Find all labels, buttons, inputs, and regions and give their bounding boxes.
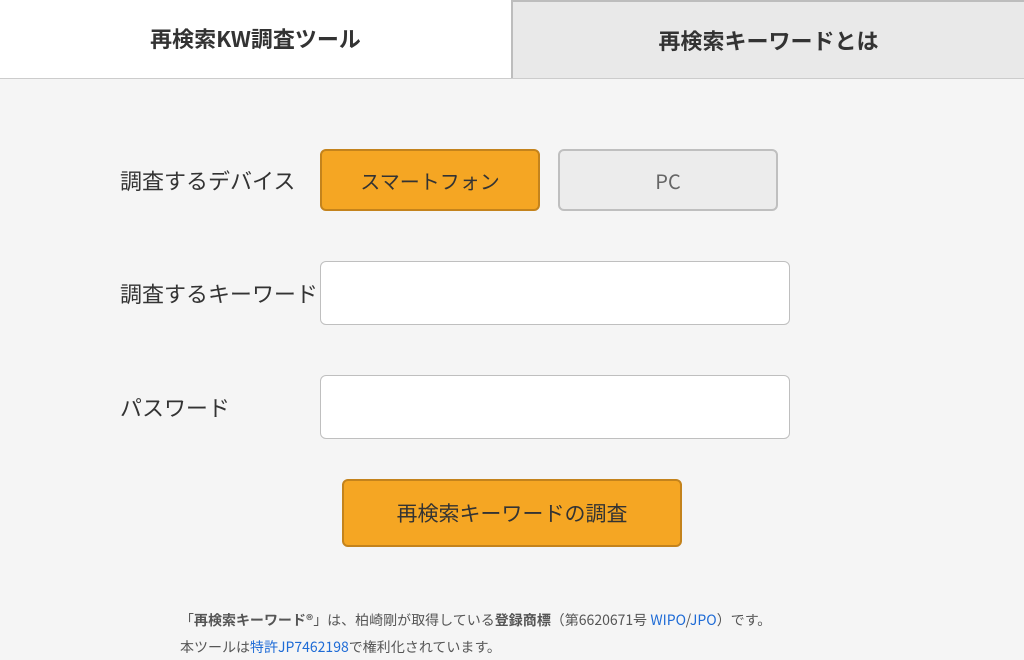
password-input[interactable] bbox=[320, 375, 790, 439]
row-password: パスワード bbox=[60, 375, 964, 439]
label-keyword: 調査するキーワード bbox=[60, 277, 320, 309]
label-password: パスワード bbox=[60, 391, 320, 423]
device-options: スマートフォン PC bbox=[320, 149, 964, 211]
tab-about[interactable]: 再検索キーワードとは bbox=[511, 0, 1024, 78]
footer-text: 本ツールは bbox=[180, 637, 250, 657]
keyword-input[interactable] bbox=[320, 261, 790, 325]
tab-bar: 再検索KW調査ツール 再検索キーワードとは bbox=[0, 0, 1024, 79]
registered-trademark-label: 登録商標 bbox=[495, 610, 551, 630]
row-device: 調査するデバイス スマートフォン PC bbox=[60, 149, 964, 211]
device-pc-button[interactable]: PC bbox=[558, 149, 778, 211]
footer-line-2: 本ツールは特許JP7462198で権利化されています。 bbox=[180, 634, 964, 660]
form-container: 調査するデバイス スマートフォン PC 調査するキーワード パスワード 再検索キ… bbox=[0, 79, 1024, 660]
device-smartphone-button[interactable]: スマートフォン bbox=[320, 149, 540, 211]
tab-tool[interactable]: 再検索KW調査ツール bbox=[0, 0, 511, 78]
submit-button[interactable]: 再検索キーワードの調査 bbox=[342, 479, 682, 547]
wipo-link[interactable]: WIPO bbox=[650, 610, 685, 630]
footer-text: 「 bbox=[180, 610, 194, 630]
patent-link[interactable]: 特許JP7462198 bbox=[250, 637, 349, 657]
row-keyword: 調査するキーワード bbox=[60, 261, 964, 325]
footer: 「再検索キーワード®」は、柏崎剛が取得している登録商標（第6620671号 WI… bbox=[60, 607, 964, 660]
footer-line-1: 「再検索キーワード®」は、柏崎剛が取得している登録商標（第6620671号 WI… bbox=[180, 607, 964, 634]
footer-text: （第6620671号 bbox=[551, 610, 651, 630]
footer-text: で権利化されています。 bbox=[349, 637, 501, 657]
trademark-name: 再検索キーワード® bbox=[194, 610, 313, 630]
footer-text: ）です。 bbox=[717, 610, 772, 630]
footer-text: 」は、柏崎剛が取得している bbox=[313, 610, 495, 630]
jpo-link[interactable]: JPO bbox=[690, 610, 717, 630]
label-device: 調査するデバイス bbox=[60, 164, 320, 196]
